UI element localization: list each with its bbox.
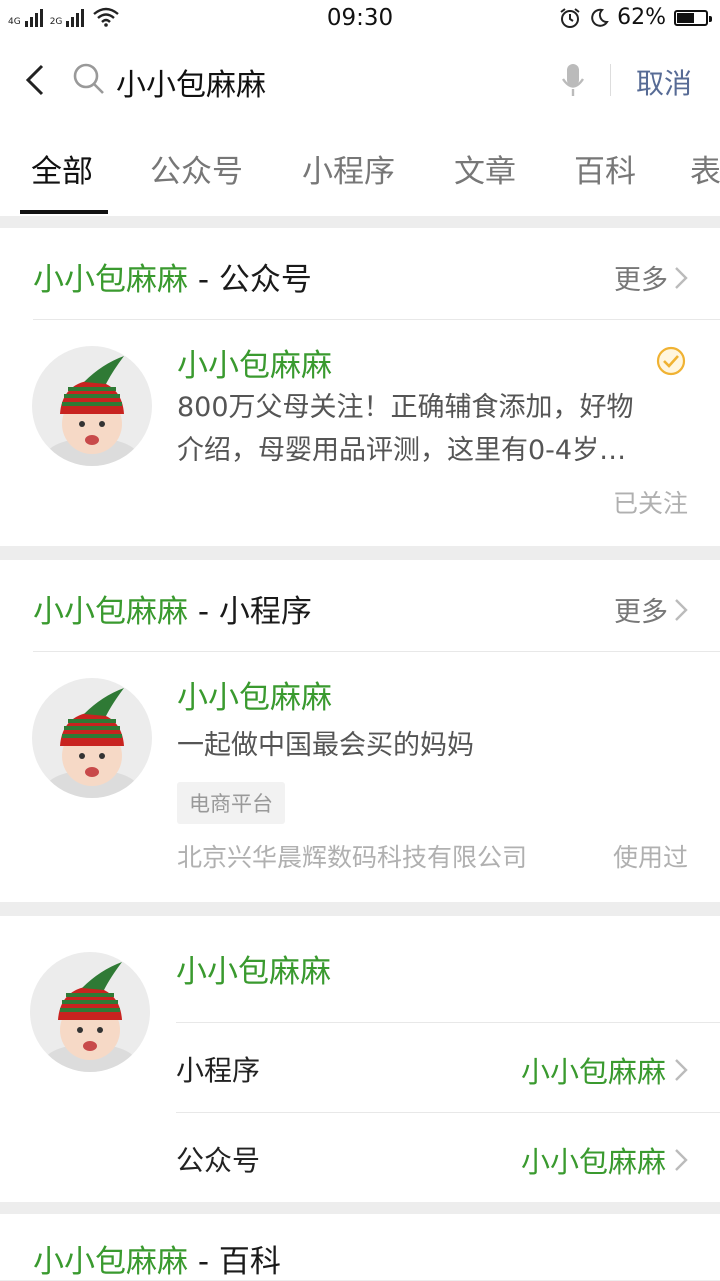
cancel-button[interactable]: 取消 xyxy=(636,62,692,102)
mini-program-section: 小小包麻麻 - 小程序 更多 小小包麻麻 一起做中国最会买的妈妈 电商平台 北京… xyxy=(0,560,720,902)
baby-avatar-image xyxy=(32,346,152,466)
row-label: 公众号 xyxy=(176,1144,261,1177)
filter-tabs: 全部 公众号 小程序 文章 百科 表 xyxy=(0,122,720,216)
baike-section: 小小包麻麻 - 百科 xyxy=(0,1214,720,1280)
official-account-result[interactable]: 小小包麻麻 800万父母关注！正确辅食添加，好物 介绍，母婴用品评测，这里有0-… xyxy=(0,320,720,546)
brand-name: 小小包麻麻 xyxy=(176,954,331,990)
chevron-right-icon xyxy=(675,598,688,621)
avatar xyxy=(32,346,152,466)
section-title-keyword: 小小包麻麻 xyxy=(33,1244,188,1280)
brand-card: 小小包麻麻 小程序 小小包麻麻 公众号 小小包麻麻 xyxy=(0,916,720,1202)
tab-mini-programs[interactable]: 小程序 xyxy=(302,146,395,191)
avatar xyxy=(30,952,150,1072)
search-input[interactable]: 小小包麻麻 xyxy=(116,60,266,104)
description-line: 介绍，母婴用品评测，这里有0-4岁… xyxy=(177,435,627,466)
section-title: 小小包麻麻 - 百科 xyxy=(33,1236,281,1281)
section-title-type: - 小程序 xyxy=(188,594,312,630)
brand-row-mini-program[interactable]: 小程序 小小包麻麻 xyxy=(176,1023,720,1113)
usage-status: 使用过 xyxy=(612,843,688,872)
section-title-type: - 百科 xyxy=(188,1244,281,1280)
section-title-keyword: 小小包麻麻 xyxy=(33,262,188,298)
tab-official-accounts[interactable]: 公众号 xyxy=(150,146,243,191)
result-description: 800万父母关注！正确辅食添加，好物 介绍，母婴用品评测，这里有0-4岁… xyxy=(177,386,697,472)
tab-emoji[interactable]: 表 xyxy=(690,146,720,191)
battery-icon xyxy=(674,9,712,26)
result-title: 小小包麻麻 xyxy=(177,680,332,716)
verified-badge-icon xyxy=(656,346,686,376)
more-button[interactable]: 更多 xyxy=(614,590,688,629)
tab-articles[interactable]: 文章 xyxy=(454,146,516,191)
section-title: 小小包麻麻 - 小程序 xyxy=(33,586,312,631)
section-title-keyword: 小小包麻麻 xyxy=(33,594,188,630)
category-tag: 电商平台 xyxy=(177,782,285,824)
row-value: 小小包麻麻 xyxy=(521,1139,688,1181)
divider xyxy=(610,64,611,96)
avatar xyxy=(32,678,152,798)
tab-all[interactable]: 全部 xyxy=(31,146,93,191)
row-value-text: 小小包麻麻 xyxy=(520,1145,666,1179)
brand-row-official-account[interactable]: 公众号 小小包麻麻 xyxy=(176,1113,720,1202)
search-bar: 小小包麻麻 取消 xyxy=(0,38,720,123)
baby-avatar-image xyxy=(30,952,150,1072)
chevron-right-icon xyxy=(675,1149,688,1171)
battery-percent: 62% xyxy=(617,5,666,30)
alarm-icon xyxy=(560,7,580,28)
follow-status: 已关注 xyxy=(612,489,688,518)
result-title: 小小包麻麻 xyxy=(177,348,332,384)
microphone-icon[interactable] xyxy=(560,62,586,98)
row-value-text: 小小包麻麻 xyxy=(520,1055,666,1089)
status-bar: 4G 2G 09:30 62% xyxy=(0,0,720,38)
more-label: 更多 xyxy=(614,597,668,628)
official-account-section: 小小包麻麻 - 公众号 更多 小小包麻麻 800万父母关注！正确辅食添加，好物 xyxy=(0,228,720,546)
status-right: 62% xyxy=(559,5,712,30)
row-value: 小小包麻麻 xyxy=(521,1049,688,1091)
baby-avatar-image xyxy=(32,678,152,798)
moon-icon xyxy=(591,8,609,27)
section-title-type: - 公众号 xyxy=(188,262,312,298)
search-icon xyxy=(73,63,104,94)
mini-program-result[interactable]: 小小包麻麻 一起做中国最会买的妈妈 电商平台 北京兴华晨辉数码科技有限公司 使用… xyxy=(0,652,720,902)
row-label: 小程序 xyxy=(176,1054,261,1087)
tab-baike[interactable]: 百科 xyxy=(574,146,636,191)
chevron-right-icon xyxy=(675,1059,688,1081)
chevron-right-icon xyxy=(675,266,688,289)
more-label: 更多 xyxy=(614,265,668,296)
more-button[interactable]: 更多 xyxy=(614,258,688,297)
company-name: 北京兴华晨辉数码科技有限公司 xyxy=(177,843,528,872)
active-tab-indicator xyxy=(20,210,108,214)
back-icon[interactable] xyxy=(22,62,48,98)
section-title: 小小包麻麻 - 公众号 xyxy=(33,254,312,299)
result-description: 一起做中国最会买的妈妈 xyxy=(177,730,474,761)
description-line: 800万父母关注！正确辅食添加，好物 xyxy=(177,392,634,423)
